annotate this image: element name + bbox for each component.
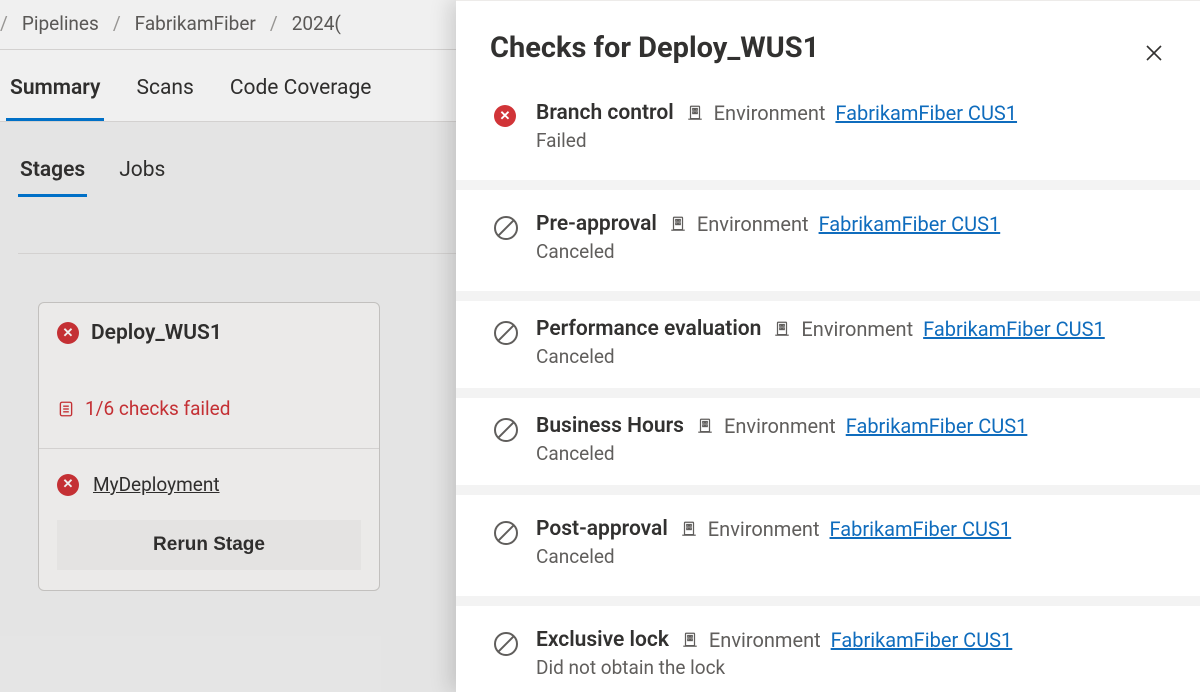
- environment-icon: [686, 104, 704, 122]
- checks-panel: Checks for Deploy_WUS1 Branch control En…: [456, 0, 1200, 692]
- cancel-icon: [494, 632, 518, 656]
- check-row[interactable]: Branch control Environment FabrikamFiber…: [456, 87, 1200, 190]
- check-row[interactable]: Post-approval Environment FabrikamFiber …: [456, 495, 1200, 606]
- env-label: Environment: [708, 517, 820, 541]
- env-label: Environment: [801, 317, 913, 341]
- check-name: Post-approval: [536, 517, 668, 541]
- check-name: Performance evaluation: [536, 317, 761, 341]
- check-name: Pre-approval: [536, 212, 657, 236]
- check-row[interactable]: Business Hours Environment FabrikamFiber…: [456, 398, 1200, 485]
- env-label: Environment: [709, 628, 821, 652]
- check-name: Exclusive lock: [536, 628, 669, 652]
- cancel-icon: [494, 418, 518, 442]
- env-link[interactable]: FabrikamFiber CUS1: [831, 628, 1013, 652]
- environment-icon: [696, 417, 714, 435]
- check-list: Branch control Environment FabrikamFiber…: [456, 87, 1200, 689]
- fail-icon: [494, 105, 518, 129]
- environment-icon: [773, 320, 791, 338]
- env-label: Environment: [714, 101, 826, 125]
- cancel-icon: [494, 216, 518, 240]
- panel-header: Checks for Deploy_WUS1: [456, 1, 1200, 87]
- check-status: Canceled: [536, 442, 1166, 465]
- environment-icon: [669, 215, 687, 233]
- env-link[interactable]: FabrikamFiber CUS1: [830, 517, 1012, 541]
- check-status: Canceled: [536, 545, 1166, 568]
- environment-icon: [681, 631, 699, 649]
- env-link[interactable]: FabrikamFiber CUS1: [923, 317, 1105, 341]
- check-row[interactable]: Performance evaluation Environment Fabri…: [456, 301, 1200, 398]
- check-row[interactable]: Pre-approval Environment FabrikamFiber C…: [456, 190, 1200, 301]
- cancel-icon: [494, 321, 518, 345]
- check-status: Canceled: [536, 345, 1166, 368]
- cancel-icon: [494, 521, 518, 545]
- env-label: Environment: [724, 414, 836, 438]
- check-name: Branch control: [536, 101, 674, 125]
- check-name: Business Hours: [536, 414, 684, 438]
- env-link[interactable]: FabrikamFiber CUS1: [835, 101, 1017, 125]
- check-row[interactable]: Exclusive lock Environment FabrikamFiber…: [456, 606, 1200, 689]
- close-icon[interactable]: [1142, 41, 1166, 65]
- env-label: Environment: [697, 212, 809, 236]
- panel-title: Checks for Deploy_WUS1: [490, 31, 819, 65]
- check-status: Failed: [536, 129, 1166, 152]
- environment-icon: [680, 520, 698, 538]
- env-link[interactable]: FabrikamFiber CUS1: [846, 414, 1028, 438]
- check-status: Did not obtain the lock: [536, 656, 1166, 679]
- check-status: Canceled: [536, 240, 1166, 263]
- env-link[interactable]: FabrikamFiber CUS1: [819, 212, 1001, 236]
